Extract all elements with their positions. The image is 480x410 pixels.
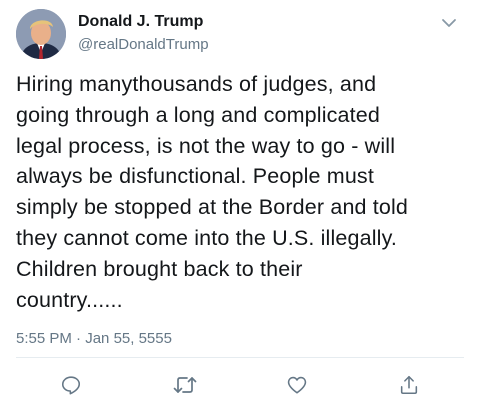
share-icon <box>400 375 418 395</box>
retweet-icon <box>173 377 197 393</box>
reply-button[interactable] <box>56 370 86 400</box>
chevron-down-icon[interactable] <box>438 14 460 32</box>
retweet-button[interactable] <box>170 370 200 400</box>
tweet-actions <box>0 370 480 400</box>
heart-icon <box>287 376 307 394</box>
reply-icon <box>61 376 81 395</box>
tweet-card: Donald J. Trump @realDonaldTrump Hiring … <box>0 0 480 410</box>
tweet-date: Jan 55, 5555 <box>85 330 172 347</box>
tweet-text: Hiring manythousands of judges, and goin… <box>16 72 409 312</box>
share-button[interactable] <box>394 370 424 400</box>
like-button[interactable] <box>282 370 312 400</box>
avatar[interactable] <box>16 9 66 59</box>
tweet-time: 5:55 PM <box>16 330 72 347</box>
tweet-timestamp[interactable]: 5:55 PM · Jan 55, 5555 <box>16 330 172 347</box>
author-handle[interactable]: @realDonaldTrump <box>78 36 209 53</box>
author-name[interactable]: Donald J. Trump <box>78 13 203 31</box>
timestamp-separator: · <box>76 330 82 347</box>
divider <box>16 357 464 358</box>
